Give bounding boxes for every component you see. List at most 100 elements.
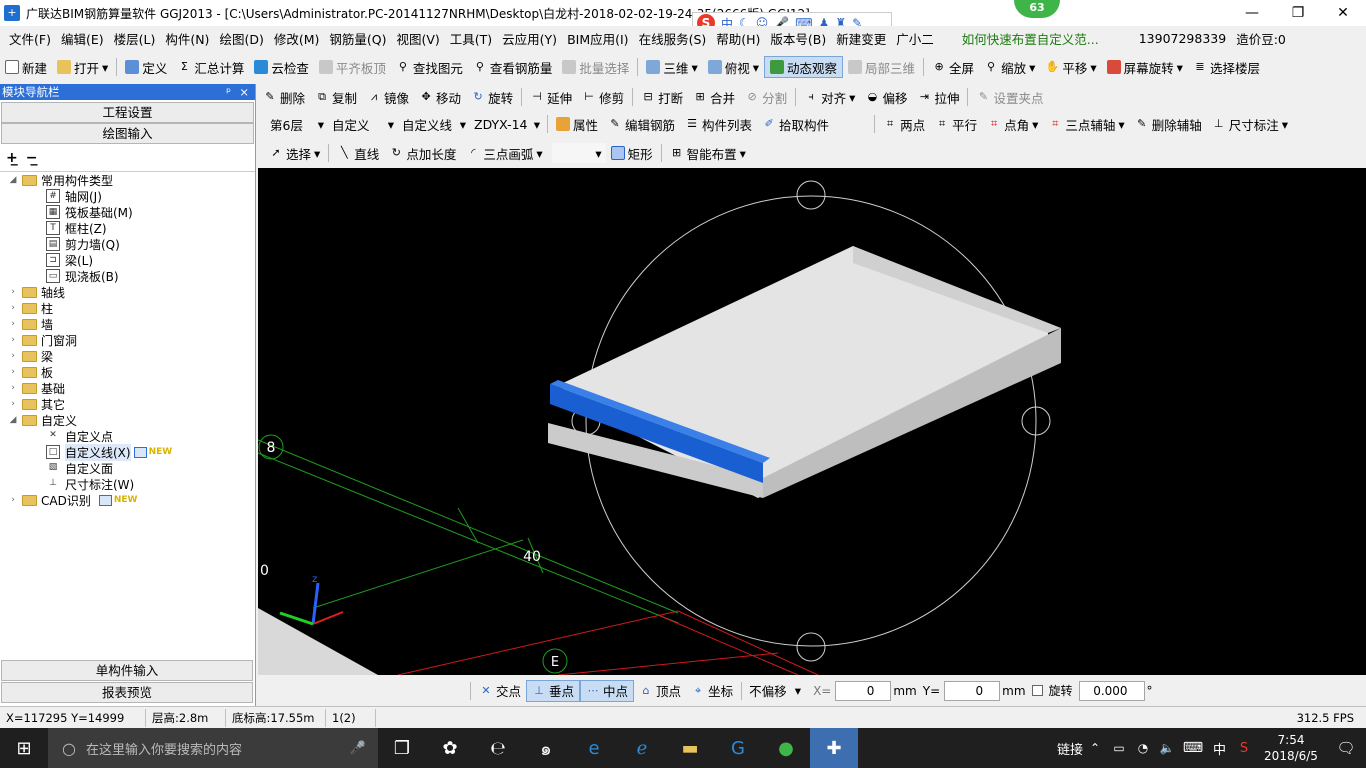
close-button[interactable]: ✕ [1320,0,1366,26]
slab-model[interactable] [548,246,1061,498]
collapse-all-icon[interactable]: −̲ [26,150,38,166]
align-button[interactable]: ⫞ 对齐 ▾ [799,86,860,108]
expand-icon[interactable]: › [8,383,18,393]
zoom-button[interactable]: ⚲ 缩放 ▾ [979,56,1040,78]
local-3d-button[interactable]: 局部三维 [843,56,920,78]
find-button[interactable]: ⚲ 查找图元 [391,56,468,78]
menu-floor[interactable]: 楼层(L) [109,29,161,48]
single-input-button[interactable]: 单构件输入 [1,660,253,681]
menu-new-change[interactable]: 新建变更 [831,29,891,48]
tree-node-folder[interactable]: › 其它 [0,396,254,412]
tree-node-common[interactable]: ◢ 常用构件类型 [0,172,254,188]
menu-modify[interactable]: 修改(M) [269,29,325,48]
break-button[interactable]: ⊟ 打断 [636,86,688,108]
type-select[interactable]: 自定义线 ▾ [398,114,470,134]
tree-node-custom[interactable]: ◢ 自定义 [0,412,254,428]
orbit-handle-top[interactable] [796,180,826,210]
rotate-input[interactable]: 0.000 [1078,680,1145,701]
battery-icon[interactable]: ▭ [1107,728,1131,768]
tree-node-folder[interactable]: › 轴线 [0,284,254,300]
menu-component[interactable]: 构件(N) [160,29,214,48]
tree-item-grid[interactable]: # 轴网(J) [0,188,254,204]
spiral-app-icon[interactable]: ๑ [522,728,570,768]
expand-icon[interactable]: › [8,287,18,297]
tree-node-folder[interactable]: › 柱 [0,300,254,316]
merge-button[interactable]: ⊞ 合并 [688,86,740,108]
batch-select-button[interactable]: 批量选择 [557,56,634,78]
glodon-app-icon[interactable]: G [714,728,762,768]
tree-item-column[interactable]: T 框柱(Z) [0,220,254,236]
ie-browser-icon[interactable]: ℯ [618,728,666,768]
select-button[interactable]: ➚ 选择 ▾ [264,142,325,164]
floor-select[interactable]: 第6层 ▾ [266,114,328,134]
y-input[interactable]: 0 [944,680,1001,701]
smart-layout-button[interactable]: ⊞ 智能布置 ▾ [665,142,751,164]
volume-icon[interactable]: 🔈 [1155,728,1179,768]
tree-node-folder[interactable]: › 门窗洞 [0,332,254,348]
mic-icon[interactable]: 🎤 [350,741,366,756]
close-panel-icon[interactable]: × [239,84,249,100]
task-view-icon[interactable]: ❐ [378,728,426,768]
menu-help[interactable]: 帮助(H) [711,29,765,48]
move-button[interactable]: ✥ 移动 [414,86,466,108]
viewport-canvas[interactable]: 8 40 0 E z [258,168,1366,675]
tree-item-raft[interactable]: ▦ 筏板基础(M) [0,204,254,220]
tree-node-folder[interactable]: › 梁 [0,348,254,364]
point-angle-button[interactable]: ⌗ 点角 ▾ [982,113,1043,135]
expand-icon[interactable]: › [8,303,18,313]
tree-item-beam[interactable]: ⊐ 梁(L) [0,252,254,268]
menu-rebar[interactable]: 钢筋量(Q) [324,29,391,48]
menu-assistant[interactable]: 广小二 [891,29,939,48]
tree-item-custom-line[interactable]: □ 自定义线(X) NEW [0,443,254,461]
select-floor-button[interactable]: ≣ 选择楼层 [1188,56,1265,78]
offset-button[interactable]: ◒ 偏移 [860,86,912,108]
tray-up-icon[interactable]: ⌃ [1083,728,1107,768]
snap-midpoint-button[interactable]: ⋯ 中点 [580,679,635,702]
pinwheel-app-icon[interactable]: ✿ [426,728,474,768]
parallel-button[interactable]: ⌗ 平行 [930,113,982,135]
snap-vertex-button[interactable]: ⌂ 顶点 [634,680,686,702]
delete-button[interactable]: ✎ 删除 [258,86,310,108]
category-select[interactable]: 自定义 ▾ [328,114,398,134]
menu-file[interactable]: 文件(F) [4,29,56,48]
maximize-button[interactable]: ❐ [1275,0,1321,26]
minimize-button[interactable]: — [1229,0,1275,26]
wifi-icon[interactable]: ◔ [1131,728,1155,768]
define-button[interactable]: 定义 [120,56,172,78]
snap-perpendicular-button[interactable]: ⊥ 垂点 [526,679,581,702]
drawing-input-button[interactable]: 绘图输入 [1,123,254,144]
menu-version[interactable]: 版本号(B) [765,29,831,48]
snap-intersection-button[interactable]: ✕ 交点 [474,680,526,702]
menu-cloud[interactable]: 云应用(Y) [497,29,562,48]
menu-bim[interactable]: BIM应用(I) [562,29,634,48]
edit-rebar-button[interactable]: ✎ 编辑钢筋 [603,113,680,135]
tree-item-custom-face[interactable]: ▧ 自定义面 [0,460,254,476]
component-list-button[interactable]: ☰ 构件列表 [680,113,757,135]
x-input[interactable]: 0 [835,680,892,701]
split-button[interactable]: ⊘ 分割 [740,86,792,108]
cloud-check-button[interactable]: 云检查 [249,56,314,78]
screen-rotate-button[interactable]: 屏幕旋转 ▾ [1102,56,1188,78]
rotate-checkbox[interactable] [1031,685,1043,696]
point-length-button[interactable]: ↻ 点加长度 [384,142,461,164]
dimension-button[interactable]: ⊥ 尺寸标注 ▾ [1207,113,1293,135]
menu-edit[interactable]: 编辑(E) [56,29,109,48]
expand-icon[interactable]: › [8,495,18,505]
green-app-icon[interactable]: ● [762,728,810,768]
link-label[interactable]: 链接 [1057,739,1083,758]
project-settings-button[interactable]: 工程设置 [1,102,254,123]
two-point-button[interactable]: ⌗ 两点 [878,113,930,135]
menu-online[interactable]: 在线服务(S) [634,29,712,48]
expand-icon[interactable]: › [8,319,18,329]
offset-mode-select[interactable]: 不偏移 ▾ [745,680,806,701]
menu-draw[interactable]: 绘图(D) [214,29,268,48]
top-view-button[interactable]: 俯视 ▾ [703,56,764,78]
pick-component-button[interactable]: ✐ 拾取构件 [757,113,834,135]
expand-icon[interactable]: › [8,335,18,345]
line-button[interactable]: ╲ 直线 [332,142,384,164]
ime-indicator[interactable]: 中 [1213,739,1226,758]
tree-item-wall[interactable]: ▤ 剪力墙(Q) [0,236,254,252]
tree-node-folder[interactable]: › 板 [0,364,254,380]
open-button[interactable]: 打开 ▾ [52,56,113,78]
new-button[interactable]: 新建 [0,56,52,78]
